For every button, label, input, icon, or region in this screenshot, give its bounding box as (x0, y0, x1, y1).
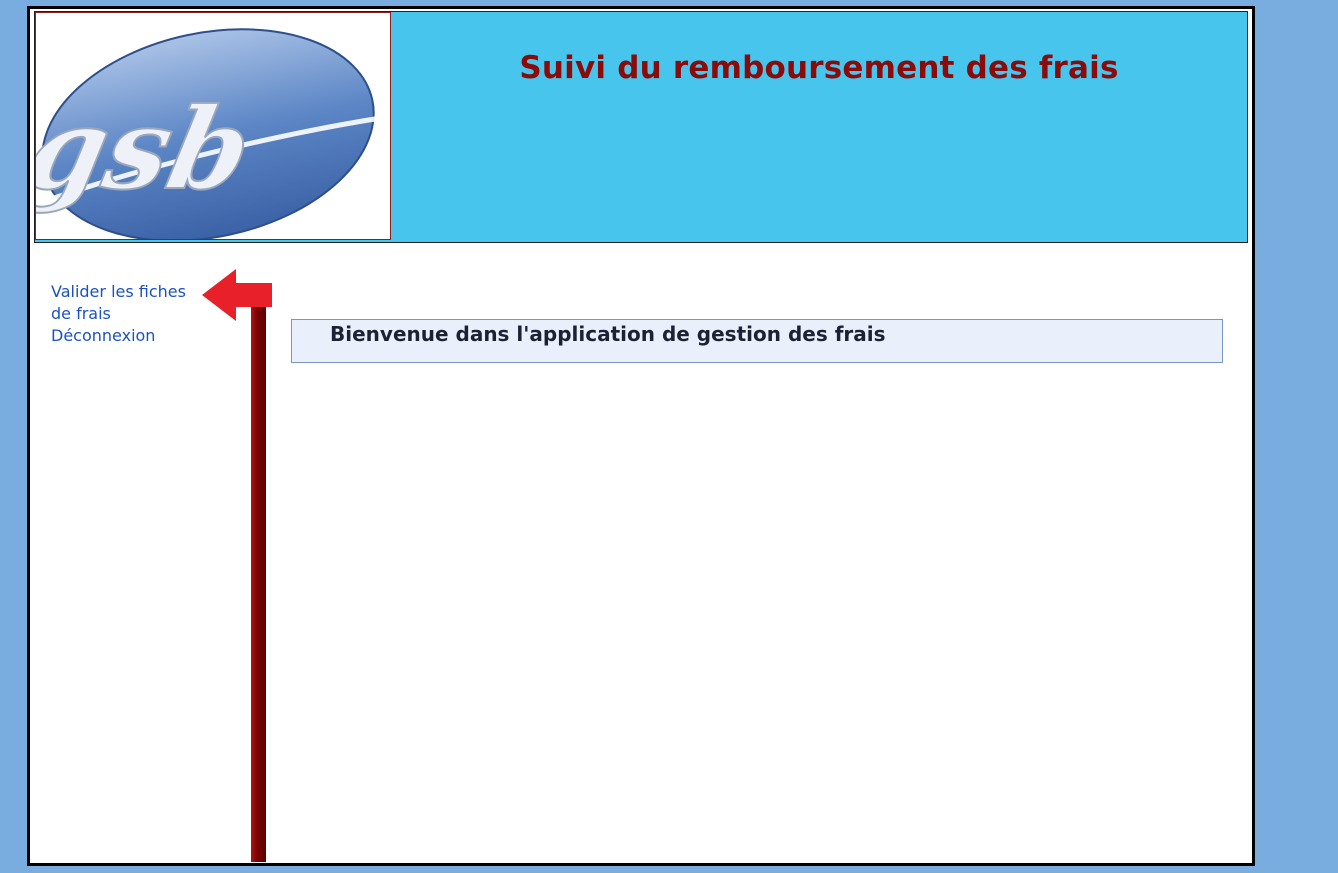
logo-text: gsb (36, 83, 263, 215)
gsb-logo-image: gsb (36, 28, 382, 239)
nav-link-validate-expense-sheets[interactable]: Valider les fiches de frais (51, 281, 211, 325)
vertical-divider (251, 307, 266, 862)
gsb-logo: gsb (35, 12, 391, 240)
page-title: Suivi du remboursement des frais (519, 50, 1119, 86)
nav-link-logout[interactable]: Déconnexion (51, 325, 211, 347)
welcome-heading: Bienvenue dans l'application de gestion … (330, 322, 886, 346)
page-container: gsb Suivi du remboursement des frais Val… (27, 6, 1255, 866)
header: gsb Suivi du remboursement des frais (34, 11, 1248, 243)
welcome-banner: Bienvenue dans l'application de gestion … (291, 319, 1223, 363)
sidebar-nav: Valider les fiches de frais Déconnexion (51, 281, 211, 347)
